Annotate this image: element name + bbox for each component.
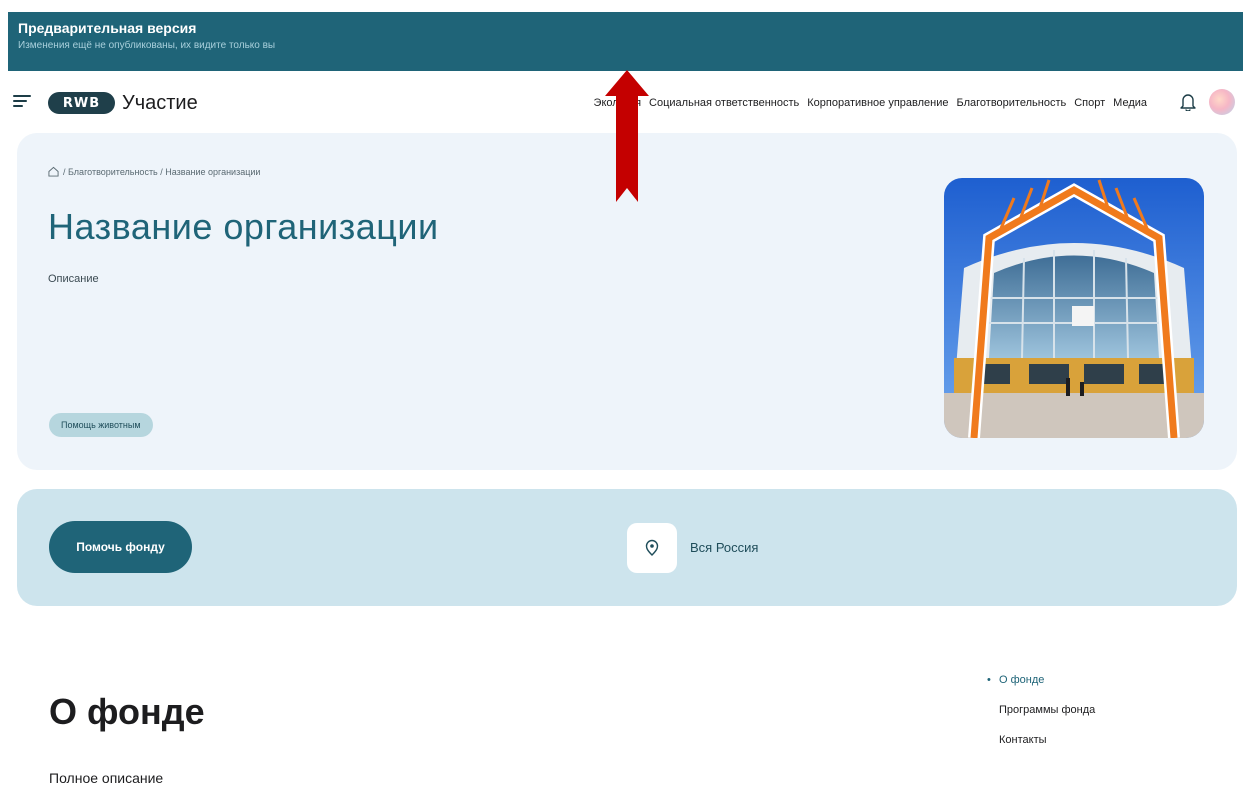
toc-item-contacts[interactable]: Контакты: [987, 732, 1095, 762]
logo[interactable]: RWB: [48, 92, 115, 114]
nav-item-media[interactable]: Медиа: [1113, 97, 1147, 109]
location-text: Вся Россия: [690, 540, 759, 555]
help-fund-button[interactable]: Помочь фонду: [49, 521, 192, 573]
action-bar: Помочь фонду Вся Россия: [17, 489, 1237, 606]
location-pin-icon: [645, 539, 659, 556]
main-nav: Экология Социальная ответственность Корп…: [586, 97, 1147, 109]
annotation-arrow: [605, 70, 649, 202]
toc-item-programs[interactable]: Программы фонда: [987, 702, 1095, 732]
organization-photo: [944, 178, 1204, 438]
breadcrumb-path[interactable]: / Благотворительность / Название организ…: [63, 167, 260, 177]
home-icon[interactable]: [48, 166, 59, 177]
preview-banner: Предварительная версия Изменения ещё не …: [8, 12, 1243, 71]
logo-text: RWB: [62, 95, 101, 111]
toc-item-about[interactable]: О фонде: [987, 672, 1095, 702]
nav-item-corporate-governance[interactable]: Корпоративное управление: [807, 97, 948, 109]
location-icon-box: [627, 523, 677, 573]
avatar[interactable]: [1209, 89, 1235, 115]
bell-icon[interactable]: [1180, 93, 1196, 111]
preview-subtitle: Изменения ещё не опубликованы, их видите…: [18, 40, 276, 51]
about-description: Полное описание: [49, 770, 164, 786]
menu-icon[interactable]: [13, 95, 31, 109]
breadcrumb: / Благотворительность / Название организ…: [48, 166, 260, 177]
brand-title[interactable]: Участие: [122, 90, 198, 116]
nav-item-sport[interactable]: Спорт: [1074, 97, 1105, 109]
section-nav: О фонде Программы фонда Контакты: [987, 672, 1095, 762]
nav-item-charity[interactable]: Благотворительность: [957, 97, 1067, 109]
about-title: О фонде: [49, 691, 205, 732]
hero-description: Описание: [48, 273, 99, 285]
category-tag[interactable]: Помощь животным: [49, 413, 153, 437]
nav-item-social-responsibility[interactable]: Социальная ответственность: [649, 97, 799, 109]
page-title: Название организации: [48, 206, 439, 247]
preview-title: Предварительная версия: [18, 20, 197, 36]
